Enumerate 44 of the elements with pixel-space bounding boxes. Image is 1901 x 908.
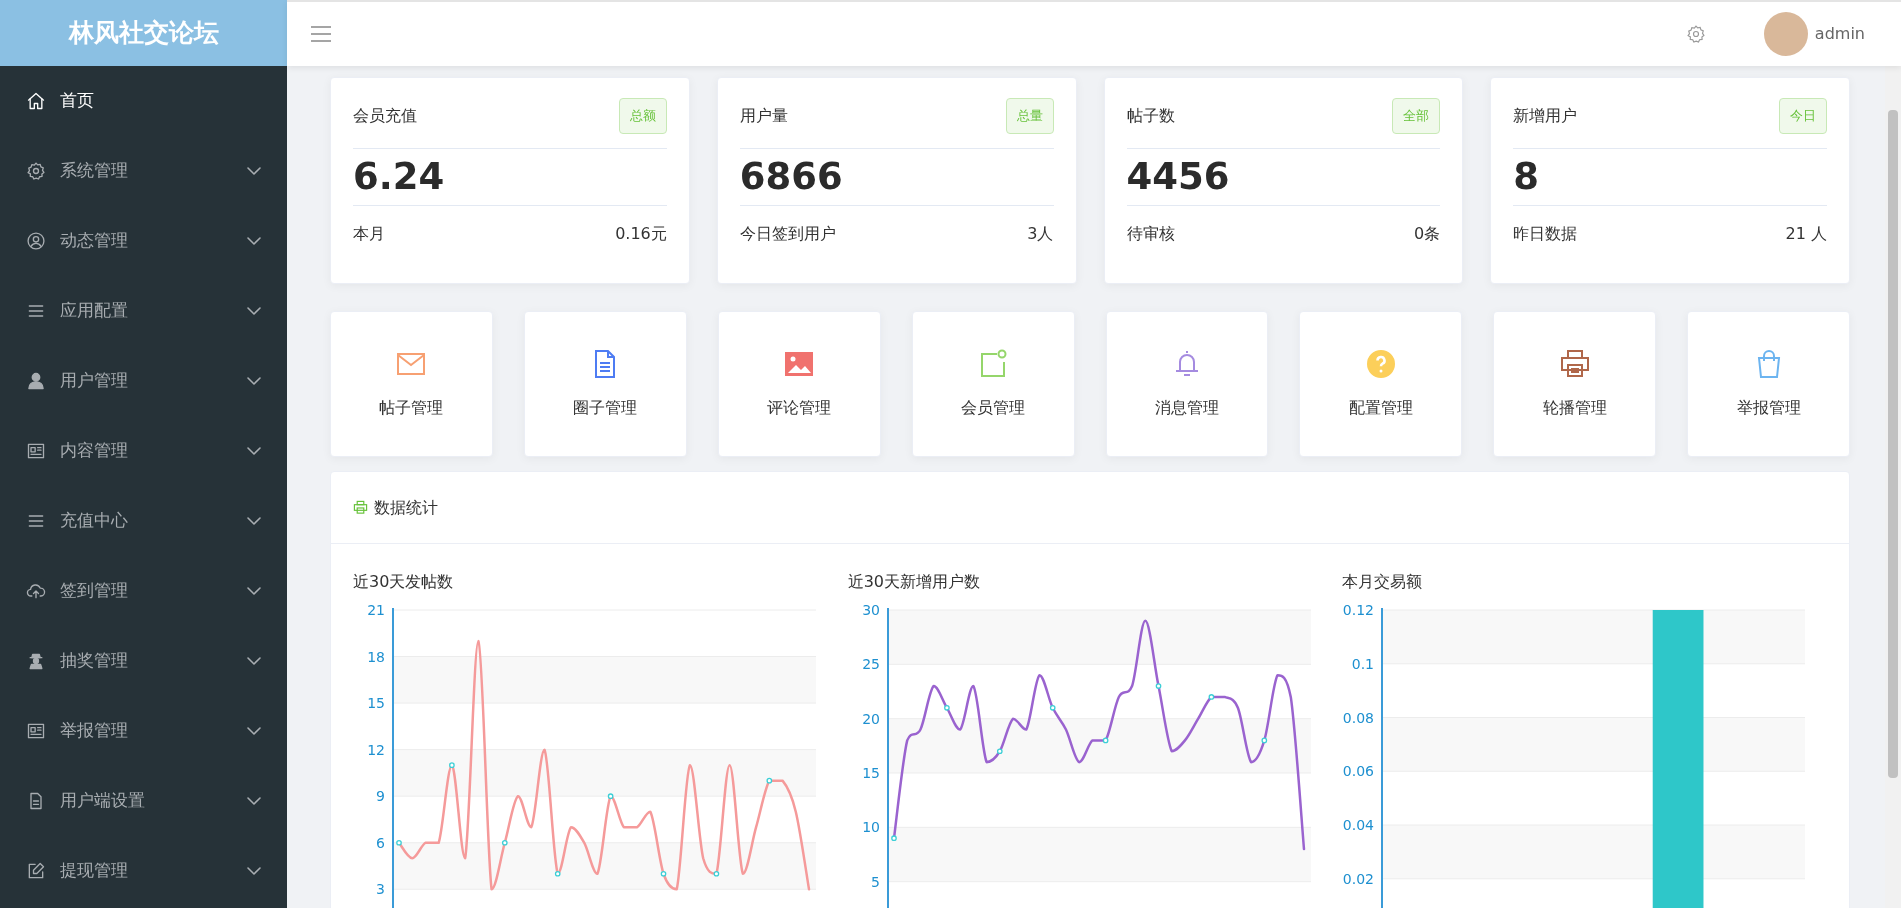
axis-tick-label: 15 bbox=[861, 765, 880, 781]
stat-tag: 总额 bbox=[618, 98, 667, 134]
stat-footer-label: 本月 bbox=[353, 222, 385, 245]
stat-footer-value: 21 人 bbox=[1785, 222, 1827, 245]
stat-tag: 全部 bbox=[1392, 98, 1441, 134]
axis-tick-label: 5 bbox=[870, 873, 880, 890]
stat-footer-value: 3人 bbox=[1027, 222, 1054, 245]
panel-title: 数据统计 bbox=[374, 496, 438, 519]
axis-tick-label: 15 bbox=[367, 695, 385, 712]
stat-title: 帖子数 bbox=[1126, 104, 1175, 127]
stat-value: 4456 bbox=[1126, 147, 1441, 206]
stat-title: 新增用户 bbox=[1513, 104, 1578, 127]
stat-value: 6866 bbox=[739, 147, 1054, 206]
axis-tick-label: 3 bbox=[376, 881, 385, 898]
axis-tick-label: 0.12 bbox=[1343, 602, 1375, 618]
axis-tick-label: 0.08 bbox=[1343, 709, 1375, 726]
stat-footer-label: 昨日数据 bbox=[1513, 222, 1578, 245]
axis-tick-label: 0.02 bbox=[1343, 870, 1375, 887]
axis-tick-label: 0.04 bbox=[1343, 817, 1375, 833]
chart-title: 近30天新增用户数 bbox=[847, 571, 981, 593]
axis-tick-label: 12 bbox=[367, 741, 385, 758]
axis-tick-label: 9 bbox=[376, 788, 385, 805]
stat-footer-value: 0.16元 bbox=[615, 222, 667, 245]
stat-tag: 总量 bbox=[1005, 98, 1054, 134]
axis-tick-label: 0.1 bbox=[1352, 655, 1375, 672]
stat-value: 6.24 bbox=[353, 147, 667, 206]
chart-title: 近30天发帖数 bbox=[353, 571, 455, 593]
axis-tick-label: 18 bbox=[367, 648, 385, 665]
app-title: 林风社交论坛 bbox=[0, 0, 287, 66]
chart-title: 本月交易额 bbox=[1342, 571, 1424, 593]
stat-tag: 今日 bbox=[1779, 98, 1827, 134]
axis-tick-label: 10 bbox=[861, 819, 880, 836]
stat-footer-label: 待审核 bbox=[1126, 222, 1175, 245]
axis-tick-label: 6 bbox=[376, 834, 385, 851]
stat-title: 会员充值 bbox=[353, 104, 417, 127]
stat-title: 用户量 bbox=[739, 104, 788, 127]
stat-footer-value: 0条 bbox=[1414, 222, 1441, 245]
axis-tick-label: 20 bbox=[861, 710, 880, 727]
stat-footer-label: 今日签到用户 bbox=[739, 222, 836, 245]
axis-tick-label: 0.06 bbox=[1343, 763, 1375, 780]
axis-tick-label: 21 bbox=[367, 602, 385, 618]
stat-value: 8 bbox=[1513, 147, 1827, 206]
axis-tick-label: 30 bbox=[861, 602, 880, 618]
axis-tick-label: 25 bbox=[861, 656, 880, 673]
